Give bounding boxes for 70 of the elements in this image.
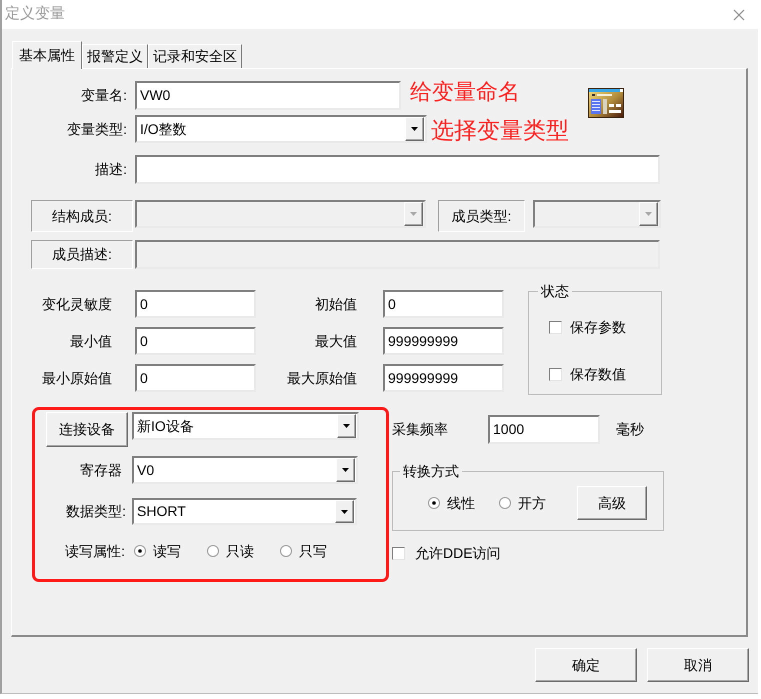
- field-label: 最小值: [69, 332, 112, 350]
- field-label: 结构成员:: [31, 200, 133, 232]
- field-label: 采集频率: [392, 420, 449, 439]
- text-field[interactable]: 0: [383, 290, 504, 318]
- text-field[interactable]: [135, 155, 660, 184]
- checkbox-label: 保存参数: [570, 318, 626, 336]
- field-label: 读写属性:: [64, 542, 126, 560]
- dropdown[interactable]: I/O整数: [135, 115, 427, 143]
- text-field[interactable]: 0: [135, 364, 256, 392]
- group-title: 转换方式: [402, 463, 460, 479]
- text-field[interactable]: 0: [135, 290, 256, 318]
- dropdown-button[interactable]: [335, 500, 354, 523]
- checkbox-label: 保存数值: [570, 364, 626, 384]
- checkbox-label: 允许DDE访问: [415, 544, 501, 562]
- text-field[interactable]: 999999999: [383, 364, 504, 392]
- tab[interactable]: 报警定义: [82, 44, 148, 68]
- field-label: 最小原始值: [41, 368, 112, 388]
- field-label: 最大原始值: [286, 368, 357, 388]
- field-label: 初始值: [314, 294, 357, 314]
- field-label: 变量名:: [80, 86, 127, 105]
- caret-icon: [411, 127, 418, 131]
- dropdown-button[interactable]: [337, 414, 356, 438]
- text-field[interactable]: 999999999: [383, 327, 504, 355]
- caret-icon: [410, 212, 417, 216]
- dropdown[interactable]: SHORT: [132, 498, 357, 525]
- radio-button[interactable]: [428, 497, 440, 509]
- text-field[interactable]: 0: [135, 327, 256, 355]
- field-label: 数据类型:: [65, 502, 127, 521]
- radio-button[interactable]: [134, 545, 146, 557]
- field-label: 成员类型:: [438, 200, 525, 232]
- group-title: 状态: [540, 283, 570, 299]
- dropdown[interactable]: 新IO设备: [132, 412, 359, 440]
- field-label: 成员描述:: [31, 240, 133, 269]
- radio-label: 开方: [518, 494, 546, 512]
- advanced-button[interactable]: 高级: [577, 486, 647, 520]
- caret-icon: [343, 424, 350, 428]
- tab[interactable]: 记录和安全区: [148, 44, 242, 68]
- dialog-button[interactable]: 确定: [535, 648, 637, 682]
- radio-label: 只读: [226, 542, 254, 560]
- dropdown-button[interactable]: [405, 117, 424, 141]
- field-label: 寄存器: [79, 460, 123, 480]
- dropdown-button[interactable]: [336, 458, 355, 482]
- unit-label: 毫秒: [616, 420, 644, 439]
- caret-icon: [341, 510, 348, 514]
- window-title: 定义变量: [5, 4, 65, 24]
- app-window-icon: [588, 88, 624, 118]
- dialog-button[interactable]: 取消: [647, 648, 749, 682]
- radio-label: 线性: [447, 494, 475, 512]
- dropdown[interactable]: V0: [132, 456, 358, 484]
- caret-icon: [645, 212, 652, 216]
- radio-button[interactable]: [207, 545, 219, 557]
- checkbox[interactable]: [549, 368, 562, 380]
- field-label: 最大值: [314, 332, 357, 350]
- checkbox[interactable]: [549, 320, 562, 334]
- annotation-text: 选择变量类型: [431, 118, 569, 143]
- radio-button[interactable]: [280, 545, 292, 557]
- connect-device-button[interactable]: 连接设备: [46, 412, 128, 447]
- checkbox[interactable]: [392, 546, 405, 560]
- caret-icon: [342, 468, 349, 472]
- close-icon[interactable]: [733, 8, 745, 20]
- radio-label: 读写: [153, 542, 181, 560]
- tab[interactable]: 基本属性: [12, 41, 82, 69]
- radio-button[interactable]: [499, 497, 511, 509]
- text-field[interactable]: VW0: [135, 81, 401, 110]
- annotation-text: 给变量命名: [410, 80, 520, 104]
- field-label: 描述:: [94, 160, 127, 179]
- field-label: 变化灵敏度: [41, 294, 112, 314]
- text-field[interactable]: 1000: [488, 415, 600, 444]
- field-label: 变量类型:: [66, 120, 127, 138]
- radio-label: 只写: [299, 542, 327, 560]
